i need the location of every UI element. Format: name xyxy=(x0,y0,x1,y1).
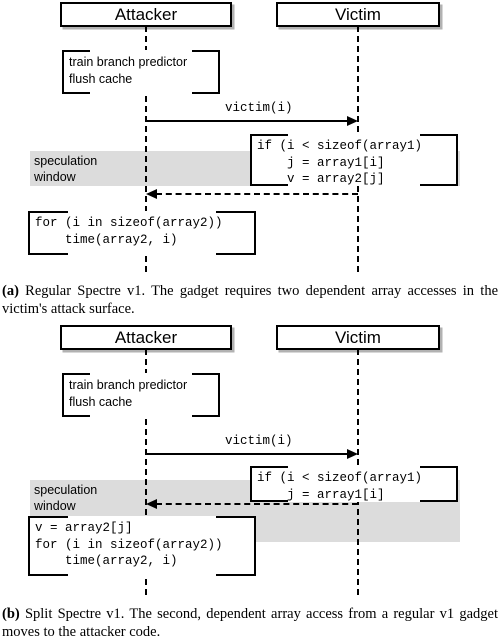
note-victim-gadget-text-b: if (i < sizeof(array1) j = array1[i] xyxy=(257,471,423,502)
participant-victim-b[interactable]: Victim xyxy=(276,325,440,350)
note-edge-left xyxy=(28,211,30,255)
caption-a-label: (a) xyxy=(2,283,19,299)
note-edge-left xyxy=(28,516,30,576)
note-edge-right xyxy=(456,466,458,502)
note-edge-left xyxy=(62,373,64,417)
note-edge-right xyxy=(218,50,220,94)
note-edge-top-right xyxy=(216,211,256,213)
note-edge-top-left xyxy=(250,466,288,468)
note-edge-bottom-right xyxy=(192,92,220,94)
message-line-call-b xyxy=(146,453,348,455)
note-victim-gadget-text-a: if (i < sizeof(array1) j = array1[i] v =… xyxy=(257,139,423,186)
note-edge-top-left xyxy=(28,516,68,518)
note-edge-bottom-right xyxy=(216,253,256,255)
caption-a-text: Regular Spectre v1. The gadget requires … xyxy=(2,283,498,317)
note-edge-right xyxy=(456,134,458,186)
caption-a: (a) Regular Spectre v1. The gadget requi… xyxy=(2,283,498,318)
message-label-call-a: victim(i) xyxy=(225,101,293,115)
note-edge-top-right xyxy=(420,134,458,136)
note-edge-bottom-left xyxy=(28,574,68,576)
note-attacker-setup-text-b: train branch predictor flush cache xyxy=(69,378,188,409)
sequence-diagram-a: Attacker Victim train branch predictor f… xyxy=(0,0,500,272)
note-attacker-timing-text-b: v = array2[j] for (i in sizeof(array2)) … xyxy=(35,521,223,568)
note-victim-gadget-b: if (i < sizeof(array1) j = array1[i] xyxy=(250,466,458,502)
note-attacker-setup-text-a: train branch predictor flush cache xyxy=(69,55,188,86)
note-edge-left xyxy=(62,50,64,94)
caption-b-label: (b) xyxy=(2,606,20,622)
note-edge-left xyxy=(250,134,252,186)
arrowhead-return-a xyxy=(146,189,157,199)
arrowhead-call-a xyxy=(347,116,358,126)
sequence-diagram-b: Attacker Victim train branch predictor f… xyxy=(0,323,500,595)
message-line-call-a xyxy=(146,120,348,122)
message-label-call-b: victim(i) xyxy=(225,434,293,448)
message-line-return-b xyxy=(156,503,358,505)
note-edge-top-left xyxy=(62,373,90,375)
note-edge-left xyxy=(250,466,252,502)
note-edge-bottom-right xyxy=(420,184,458,186)
note-edge-right xyxy=(254,516,256,576)
note-edge-bottom-left xyxy=(62,92,90,94)
participant-attacker-a[interactable]: Attacker xyxy=(60,2,232,27)
note-edge-top-right xyxy=(420,466,458,468)
note-attacker-timing-text-a: for (i in sizeof(array2)) time(array2, i… xyxy=(35,216,223,247)
note-edge-right xyxy=(218,373,220,417)
speculation-window-label-b: speculation window xyxy=(34,483,98,513)
subfigure-b: Attacker Victim train branch predictor f… xyxy=(0,323,500,595)
note-edge-top-left xyxy=(250,134,288,136)
note-attacker-setup-a: train branch predictor flush cache xyxy=(62,50,220,94)
note-edge-bottom-right xyxy=(216,574,256,576)
note-victim-gadget-a: if (i < sizeof(array1) j = array1[i] v =… xyxy=(250,134,458,186)
note-edge-bottom-right xyxy=(192,415,220,417)
caption-b: (b) Split Spectre v1. The second, depend… xyxy=(2,606,498,641)
note-edge-top-left xyxy=(28,211,68,213)
note-edge-top-right xyxy=(216,516,256,518)
note-edge-top-left xyxy=(62,50,90,52)
subfigure-a: Attacker Victim train branch predictor f… xyxy=(0,0,500,272)
participant-victim-a[interactable]: Victim xyxy=(276,2,440,27)
arrowhead-return-b xyxy=(146,499,157,509)
note-edge-bottom-left xyxy=(62,415,90,417)
speculation-window-label-a: speculation window xyxy=(34,154,98,184)
note-edge-bottom-right xyxy=(420,500,458,502)
note-edge-right xyxy=(254,211,256,255)
message-line-return-a xyxy=(156,193,358,195)
note-attacker-setup-b: train branch predictor flush cache xyxy=(62,373,220,417)
note-attacker-timing-b: v = array2[j] for (i in sizeof(array2)) … xyxy=(28,516,256,576)
note-edge-bottom-left xyxy=(28,253,68,255)
note-edge-top-right xyxy=(192,50,220,52)
arrowhead-call-b xyxy=(347,449,358,459)
note-attacker-timing-a: for (i in sizeof(array2)) time(array2, i… xyxy=(28,211,256,255)
caption-b-text: Split Spectre v1. The second, dependent … xyxy=(2,606,499,640)
note-edge-top-right xyxy=(192,373,220,375)
participant-attacker-b[interactable]: Attacker xyxy=(60,325,232,350)
